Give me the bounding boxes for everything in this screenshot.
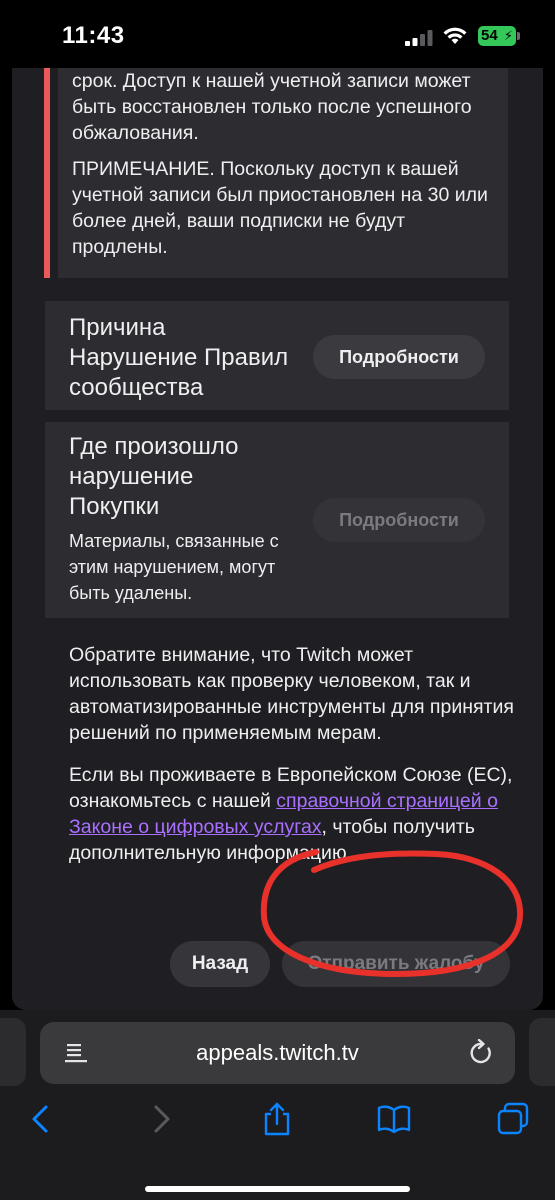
status-time: 11:43 xyxy=(62,22,125,49)
reload-icon[interactable] xyxy=(468,1039,494,1067)
where-note: Материалы, связанные с этим нарушением, … xyxy=(69,531,279,603)
notice-paragraph-1: срок. Доступ к нашей учетной записи може… xyxy=(72,70,472,144)
where-details-button[interactable]: Подробности xyxy=(313,498,485,542)
back-button[interactable]: Назад xyxy=(170,941,270,987)
next-tab-peek[interactable] xyxy=(529,1018,555,1086)
home-indicator xyxy=(145,1186,410,1192)
appeal-page: срок. Доступ к нашей учетной записи може… xyxy=(12,68,543,1010)
where-value: Покупки xyxy=(69,493,160,520)
reason-details-button[interactable]: Подробности xyxy=(313,335,485,379)
browser-toolbar: appeals.twitch.tv xyxy=(0,1010,555,1200)
previous-tab-peek[interactable] xyxy=(0,1018,26,1086)
bookmarks-icon[interactable] xyxy=(377,1102,411,1136)
eu-dsa-text: Если вы проживаете в Европейском Союзе (… xyxy=(69,762,519,866)
wifi-icon xyxy=(443,27,467,44)
status-bar: 11:43 54 ⚡ xyxy=(0,0,555,68)
charging-bolt-icon: ⚡ xyxy=(503,28,513,43)
battery-nub xyxy=(517,32,520,40)
reason-title: Причина xyxy=(69,314,166,341)
where-title: Где произошло нарушение xyxy=(69,433,239,490)
suspension-notice: срок. Доступ к нашей учетной записи може… xyxy=(44,68,522,278)
battery-icon: 54 ⚡ xyxy=(478,26,516,46)
notice-paragraph-2: ПРИМЕЧАНИЕ. Поскольку доступ к вашей уче… xyxy=(72,158,488,258)
url-text[interactable]: appeals.twitch.tv xyxy=(40,1040,515,1066)
reason-card: Причина Нарушение Правил сообщества Подр… xyxy=(45,301,509,410)
address-bar[interactable]: appeals.twitch.tv xyxy=(40,1022,515,1084)
reason-value: Нарушение Правил сообщества xyxy=(69,344,289,401)
violation-location-card: Где произошло нарушение Покупки Материал… xyxy=(45,422,509,618)
tabs-icon[interactable] xyxy=(496,1102,530,1136)
review-info-text: Обратите внимание, что Twitch может испо… xyxy=(69,644,514,744)
battery-level: 54 xyxy=(481,27,498,44)
cellular-signal-icon xyxy=(405,30,433,46)
notice-box: срок. Доступ к нашей учетной записи може… xyxy=(58,68,508,278)
warning-accent-bar xyxy=(44,68,50,278)
back-chevron-icon[interactable] xyxy=(24,1102,58,1136)
forward-chevron-icon[interactable] xyxy=(144,1102,178,1136)
share-icon[interactable] xyxy=(260,1102,294,1136)
submit-appeal-button[interactable]: Отправить жалобу xyxy=(282,941,510,987)
